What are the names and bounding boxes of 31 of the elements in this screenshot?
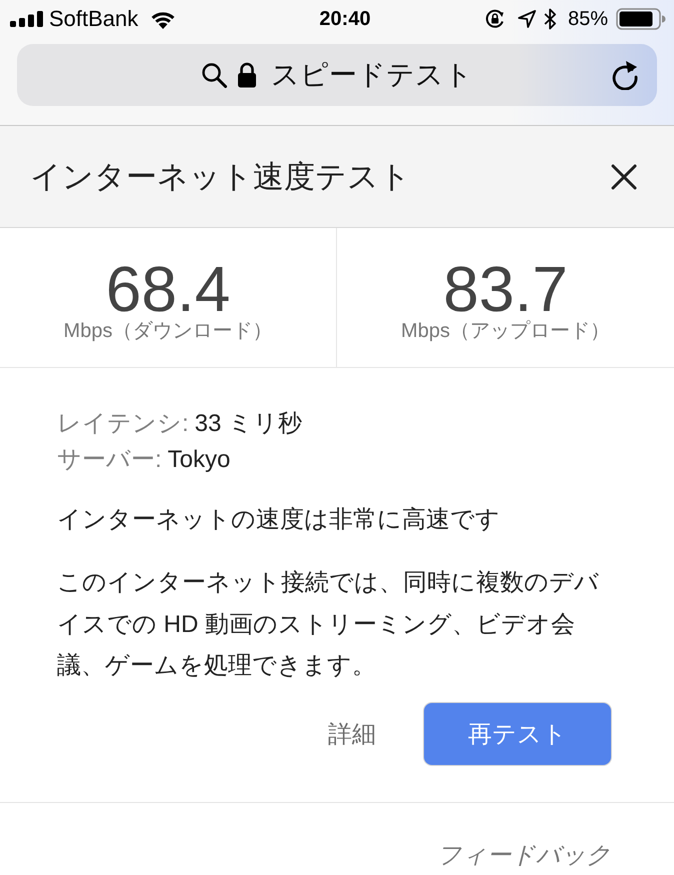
detail-value: Tokyo: [168, 446, 230, 473]
page-title: スピードテスト: [271, 58, 473, 92]
speed-description: このインターネット接続では、同時に複数のデバイスでの HD 動画のストリーミング、ビデオ会議、ゲームを処理できます。: [57, 568, 600, 681]
location-arrow-icon: [518, 10, 536, 28]
bluetooth-icon: [544, 8, 556, 30]
close-button[interactable]: [611, 164, 637, 190]
detail-value: 33 ミリ秒: [194, 410, 302, 437]
detail-label: レイテンシ:: [57, 410, 189, 437]
reload-icon: [611, 60, 639, 90]
speed-unit-label: Mbps（アップロード）: [401, 319, 610, 344]
rotation-lock-icon: [484, 8, 506, 30]
wifi-icon: [150, 10, 176, 28]
search-icon: [201, 62, 227, 88]
speed-value: 68.4: [106, 258, 230, 320]
speed-summary: インターネットの速度は非常に高速です: [57, 505, 501, 535]
speed-value: 83.7: [443, 258, 568, 320]
address-bar[interactable]: スピードテスト: [17, 44, 657, 106]
detail-label: サーバー:: [57, 446, 162, 473]
details-button[interactable]: 詳細: [324, 718, 380, 750]
speed-unit-label: Mbps（ダウンロード）: [64, 319, 272, 344]
status-time: 20:40: [319, 8, 371, 30]
reload-button[interactable]: [611, 60, 639, 90]
dialog-title: インターネット速度テスト: [30, 158, 411, 196]
signal-icon: [10, 11, 44, 27]
feedback-link[interactable]: フィードバック: [437, 842, 611, 870]
carrier-name: SoftBank: [49, 6, 138, 32]
lock-icon: [237, 62, 257, 88]
retest-button[interactable]: 再テスト: [424, 702, 611, 764]
close-icon: [611, 164, 637, 190]
battery-percent: 85%: [568, 8, 608, 30]
battery-icon: [616, 8, 666, 30]
